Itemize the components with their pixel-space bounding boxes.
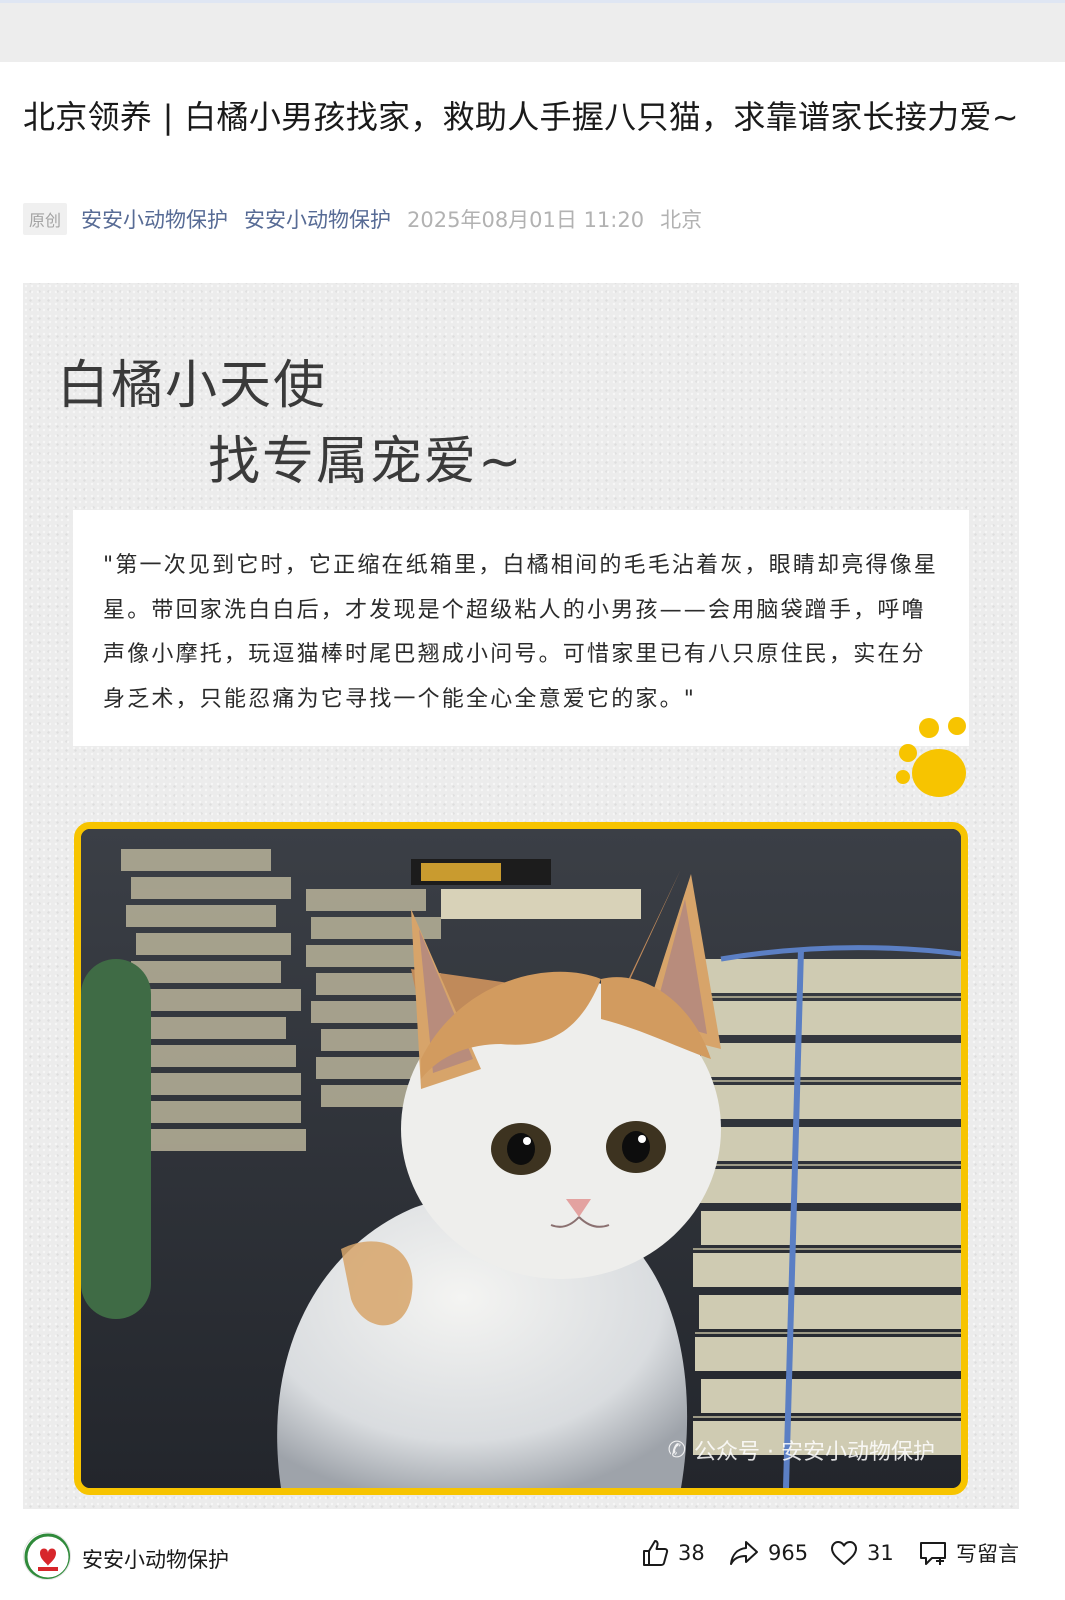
watermark: ✆ 公众号 · 安安小动物保护: [668, 1434, 935, 1466]
favorite-count: 31: [867, 1541, 894, 1565]
publish-location: 北京: [660, 208, 703, 232]
comment-icon: [920, 1542, 946, 1565]
bottom-account-name[interactable]: 安安小动物保护: [82, 1544, 229, 1574]
paw-icon: [896, 717, 966, 797]
share-button[interactable]: 965: [728, 1536, 808, 1570]
like-count: 38: [678, 1541, 705, 1565]
bottom-action-bar: 安安小动物保护 38 965 31 写留言: [0, 1524, 1065, 1600]
favorite-button[interactable]: 31: [829, 1536, 894, 1570]
account-avatar[interactable]: [23, 1532, 71, 1580]
author-link[interactable]: 安安小动物保护: [244, 204, 391, 234]
watermark-text: 公众号 · 安安小动物保护: [694, 1440, 935, 1465]
comment-button[interactable]: 写留言: [918, 1536, 1019, 1570]
cat-photo[interactable]: ✆ 公众号 · 安安小动物保护: [74, 822, 968, 1495]
account-link[interactable]: 安安小动物保护: [81, 204, 228, 234]
thumbs-up-icon: [643, 1540, 669, 1566]
quote-box: "第一次见到它时，它正缩在纸箱里，白橘相间的毛毛沾着灰，眼睛却亮得像星星。带回家…: [73, 510, 969, 746]
heart-icon: [831, 1541, 857, 1565]
share-count: 965: [768, 1541, 809, 1565]
article-meta: 原创 安安小动物保护 安安小动物保护 2025年08月01日 11:20 北京: [23, 203, 703, 235]
article-title: 北京领养 | 白橘小男孩找家，救助人手握八只猫，求靠谱家长接力爱~: [23, 98, 1019, 136]
poster-heading-line1: 白橘小天使: [57, 356, 328, 416]
wechat-icon: ✆: [667, 1437, 687, 1463]
comment-label: 写留言: [956, 1542, 1019, 1566]
original-badge: 原创: [23, 203, 68, 235]
poster-heading-line2: 找专属宠爱~: [208, 432, 524, 492]
cat-illustration: [81, 829, 961, 1488]
adoption-poster: 白橘小天使 找专属宠爱~ "第一次见到它时，它正缩在纸箱里，白橘相间的毛毛沾着灰…: [23, 283, 1019, 1509]
share-icon: [730, 1541, 758, 1565]
publish-date: 2025年08月01日 11:20: [407, 208, 645, 232]
browser-top-bar: [0, 0, 1065, 62]
like-button[interactable]: 38: [640, 1536, 705, 1570]
quote-text: "第一次见到它时，它正缩在纸箱里，白橘相间的毛毛沾着灰，眼睛却亮得像星星。带回家…: [103, 553, 939, 712]
